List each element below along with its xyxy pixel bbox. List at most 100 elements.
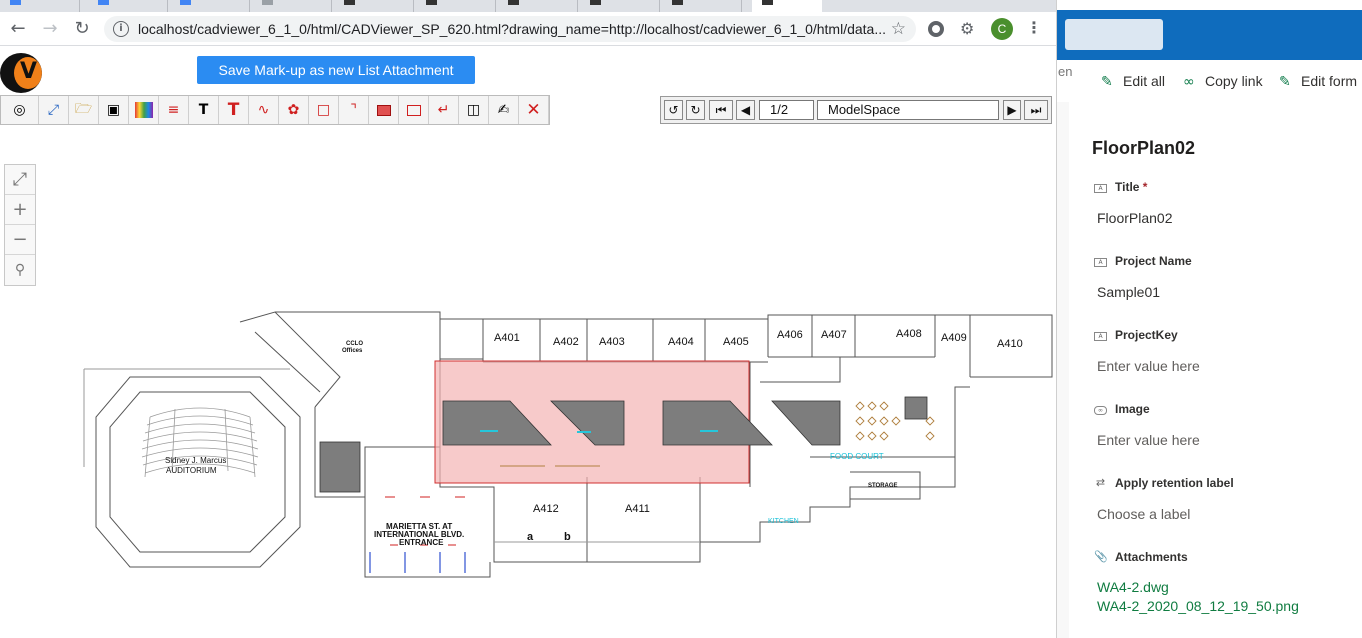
room-label: A407 — [821, 329, 847, 341]
browser-tab[interactable] — [0, 0, 80, 12]
field-value-project-name[interactable]: Sample01 — [1097, 284, 1160, 300]
browser-tab[interactable] — [334, 0, 414, 12]
browser-tab[interactable] — [170, 0, 250, 12]
sp-top-strip — [1057, 0, 1362, 10]
area-label: KITCHEN — [768, 518, 799, 525]
zoom-window-icon[interactable]: ⚲ — [5, 255, 35, 285]
suite-bar — [1057, 10, 1362, 60]
undo-icon[interactable]: ↺ — [664, 100, 683, 120]
tab-favicon-icon — [262, 0, 273, 5]
cloud-icon[interactable]: ✿ — [279, 96, 309, 124]
freehand-icon[interactable]: ∿ — [249, 96, 279, 124]
layout-select[interactable]: ModelSpace — [817, 100, 999, 120]
browser-tab[interactable] — [498, 0, 578, 12]
browser-tab[interactable] — [252, 0, 332, 12]
leader-icon[interactable]: ⌝ — [339, 96, 369, 124]
retention-icon: ⇄ — [1095, 476, 1106, 489]
redo-icon[interactable]: ↻ — [686, 100, 705, 120]
browser-tab[interactable] — [662, 0, 742, 12]
sticky-note-icon[interactable]: ✍ — [489, 96, 519, 124]
arrow-left-icon[interactable]: ← — [6, 18, 30, 40]
field-value-image[interactable]: Enter value here — [1097, 432, 1200, 448]
line-weight-icon[interactable]: ≡ — [159, 96, 189, 124]
callout-icon[interactable]: □ — [309, 96, 339, 124]
url-text[interactable]: localhost/cadviewer_6_1_0/html/CADViewer… — [138, 21, 886, 37]
tab-favicon-icon — [762, 0, 773, 5]
room-label: A412 — [533, 503, 559, 515]
extension-circle-icon[interactable] — [928, 21, 944, 37]
area-label: Offices — [342, 348, 363, 354]
eraser-icon[interactable]: ◫ — [459, 96, 489, 124]
room-label: A403 — [599, 336, 625, 348]
tab-favicon-icon — [508, 0, 519, 5]
arrow-right-icon[interactable]: → — [38, 18, 62, 40]
panel-title: FloorPlan02 — [1092, 138, 1196, 158]
tab-favicon-icon — [10, 0, 21, 5]
room-label: A401 — [494, 332, 520, 344]
browser-tab[interactable] — [88, 0, 168, 12]
field-value-title[interactable]: FloorPlan02 — [1097, 210, 1173, 226]
save-markup-button[interactable]: Save Mark-up as new List Attachment — [197, 56, 475, 84]
area-label: CCLO — [346, 341, 363, 347]
text-field-icon: A — [1094, 258, 1107, 267]
color-palette-icon[interactable] — [129, 96, 159, 124]
floor-plan-drawing[interactable]: A401 A402 A403 A404 A405 A406 A407 A408 … — [0, 47, 1056, 638]
tab-strip — [0, 0, 1056, 12]
reload-icon[interactable]: ↻ — [70, 18, 94, 40]
room-label: A408 — [896, 328, 922, 340]
edit-all-button[interactable]: ✎ Edit all — [1101, 73, 1165, 90]
save-disk-icon[interactable]: ▣ — [99, 96, 129, 124]
page-number-field[interactable]: 1/2 — [759, 100, 814, 120]
extensions-icon[interactable]: ⚙ — [960, 19, 980, 39]
text-size-icon[interactable]: T — [189, 96, 219, 124]
open-folder-icon[interactable]: 🗁 — [69, 96, 99, 124]
site-info-icon[interactable]: i — [113, 21, 129, 37]
profile-avatar[interactable]: C — [991, 18, 1013, 40]
last-page-icon[interactable]: ⏭ — [1024, 100, 1048, 120]
area-label: ENTRANCE — [399, 538, 444, 547]
star-icon[interactable]: ☆ — [891, 19, 906, 39]
command-bar: ✎ Edit all ∞ Copy link ✎ Edit form — [1057, 60, 1362, 102]
layers-icon[interactable]: ◎ — [1, 96, 39, 124]
zoom-out-icon[interactable]: − — [5, 225, 35, 255]
room-label: A405 — [723, 336, 749, 348]
browser-tab-active[interactable] — [752, 0, 822, 12]
arrow-tool-icon[interactable]: ↵ — [429, 96, 459, 124]
logo-v-icon: V — [20, 59, 38, 84]
omnibox[interactable]: i localhost/cadviewer_6_1_0/html/CADView… — [104, 16, 916, 42]
room-label: b — [564, 531, 571, 543]
browser-tab[interactable] — [416, 0, 496, 12]
tab-favicon-icon — [98, 0, 109, 5]
area-label: Sidney J. Marcus — [165, 456, 226, 465]
first-page-icon[interactable]: ⏮ — [709, 100, 733, 120]
tab-favicon-icon — [180, 0, 191, 5]
filled-rect-icon[interactable] — [369, 96, 399, 124]
search-box[interactable] — [1065, 19, 1163, 50]
next-page-icon[interactable]: ▶ — [1003, 100, 1021, 120]
markup-toolbar: ◎ ⤢ 🗁 ▣ ≡ T T ∿ ✿ □ ⌝ ↵ ◫ ✍ ✕ — [0, 95, 550, 125]
prev-page-icon[interactable]: ◀ — [736, 100, 755, 120]
delete-icon[interactable]: ✕ — [519, 96, 549, 124]
rect-icon[interactable] — [399, 96, 429, 124]
room-label: a — [527, 531, 534, 543]
edit-all-label: Edit all — [1123, 73, 1166, 89]
text-tool-icon[interactable]: T — [219, 96, 249, 124]
zoom-extents-icon[interactable]: ⤢ — [5, 165, 35, 195]
edit-form-button[interactable]: ✎ Edit form — [1279, 73, 1357, 90]
browser-tab[interactable] — [580, 0, 660, 12]
field-label-attachments: 📎 Attachments — [1094, 550, 1188, 564]
area-label: STORAGE — [868, 483, 898, 489]
copy-link-button[interactable]: ∞ Copy link — [1183, 73, 1263, 90]
zoom-in-icon[interactable]: + — [5, 195, 35, 225]
attachment-link[interactable]: WA4-2.dwg — [1097, 579, 1169, 595]
attachment-link[interactable]: WA4-2_2020_08_12_19_50.png — [1097, 598, 1299, 614]
room-label: A404 — [668, 336, 694, 348]
item-details-panel: FloorPlan02 A Title * FloorPlan02 A Projec… — [1069, 102, 1362, 638]
paperclip-icon: 📎 — [1094, 550, 1108, 563]
field-value-projectkey[interactable]: Enter value here — [1097, 358, 1200, 374]
fit-window-icon[interactable]: ⤢ — [39, 96, 69, 124]
room-label: A409 — [941, 332, 967, 344]
field-label-image: ∞ Image — [1094, 402, 1150, 416]
field-value-retention[interactable]: Choose a label — [1097, 506, 1190, 522]
more-menu-icon[interactable]: ⋮ — [1026, 18, 1042, 37]
